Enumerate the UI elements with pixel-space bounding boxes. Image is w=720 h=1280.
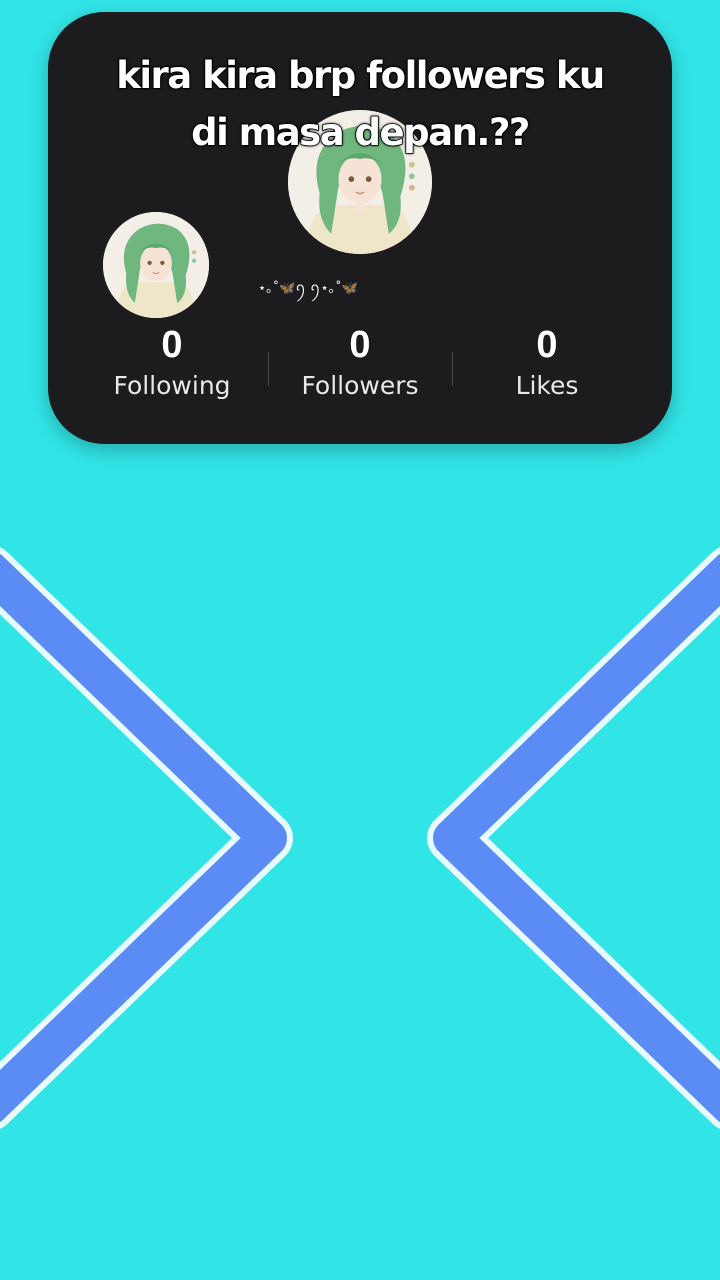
followers-label: Followers [301, 371, 419, 400]
video-caption-line-1: kira kira brp followers ku [115, 53, 606, 98]
stat-following[interactable]: 0 Following [77, 322, 267, 404]
chevron-right-icon [0, 547, 293, 1129]
following-label: Following [113, 371, 231, 400]
stat-likes[interactable]: 0 Likes [452, 322, 642, 404]
video-caption-line-2: di masa depan.?? [190, 110, 531, 155]
profile-avatar-small[interactable] [103, 212, 209, 318]
profile-nickname: ⋆｡˚🦋ꪆ ꪆ⋆｡˚🦋 [258, 281, 358, 296]
likes-label: Likes [515, 371, 579, 400]
followers-count: 0 [349, 324, 371, 366]
stat-followers[interactable]: 0 Followers [265, 322, 455, 404]
likes-count: 0 [536, 324, 558, 366]
chevron-left-icon [427, 547, 720, 1129]
anime-girl-avatar-icon [103, 212, 209, 318]
following-count: 0 [161, 324, 183, 366]
